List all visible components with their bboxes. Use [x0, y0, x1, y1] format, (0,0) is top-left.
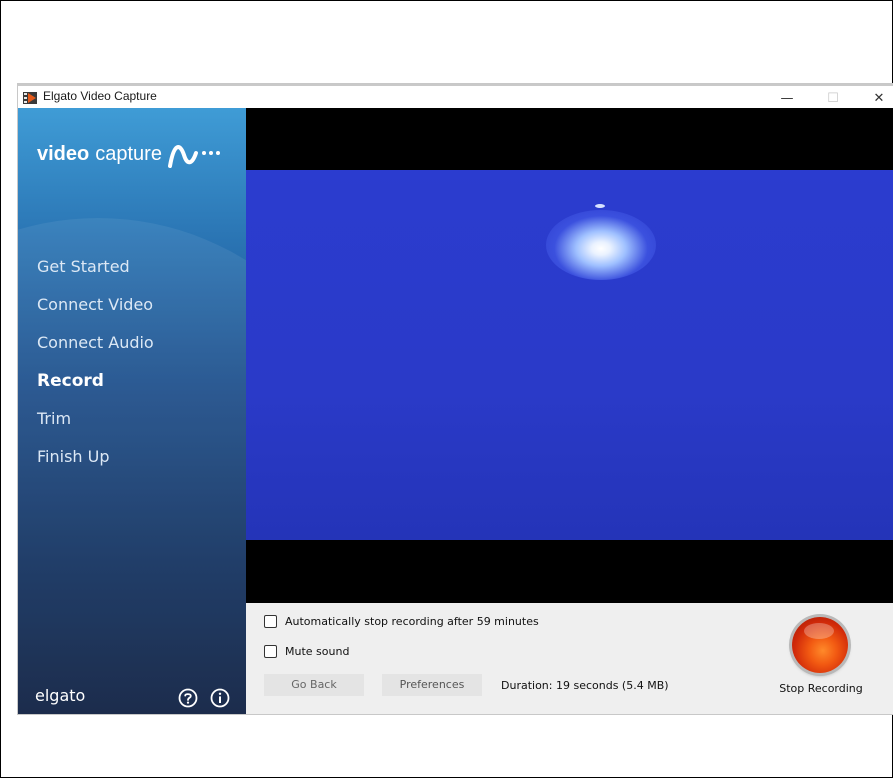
logo-word-video: video: [37, 142, 90, 165]
info-icon[interactable]: [210, 688, 230, 708]
auto-stop-option[interactable]: Automatically stop recording after 59 mi…: [264, 615, 539, 628]
sidebar-item-connect-video[interactable]: Connect Video: [37, 286, 154, 324]
mute-label: Mute sound: [285, 645, 350, 658]
recording-controls: Automatically stop recording after 59 mi…: [246, 603, 893, 714]
stop-recording-label: Stop Recording: [779, 682, 863, 695]
preferences-button[interactable]: Preferences: [382, 674, 482, 696]
app-window: Elgato Video Capture — ☐ ✕ video capture…: [18, 84, 893, 714]
sidebar-item-finish-up[interactable]: Finish Up: [37, 438, 154, 476]
logo-word-capture: capture: [95, 142, 162, 165]
video-frame: [246, 170, 893, 540]
light-glow: [546, 210, 656, 280]
wave-icon: [167, 145, 220, 168]
mute-checkbox[interactable]: [264, 645, 277, 658]
sidebar-item-connect-audio[interactable]: Connect Audio: [37, 324, 154, 362]
record-button-shine: [804, 623, 834, 639]
auto-stop-checkbox[interactable]: [264, 615, 277, 628]
minimize-button[interactable]: —: [764, 86, 810, 110]
screenshot-frame: Elgato Video Capture — ☐ ✕ video capture…: [0, 0, 893, 778]
brand-logo: elgato: [35, 686, 86, 705]
maximize-button[interactable]: ☐: [810, 86, 856, 110]
title-bar[interactable]: Elgato Video Capture — ☐ ✕: [18, 84, 893, 110]
help-icon[interactable]: [178, 688, 198, 708]
app-icon: [23, 92, 37, 104]
sidebar-nav: Get Started Connect Video Connect Audio …: [37, 248, 154, 476]
light-speck: [595, 204, 605, 208]
video-preview: [246, 108, 893, 603]
sidebar-item-get-started[interactable]: Get Started: [37, 248, 154, 286]
app-logo: video capture: [37, 139, 230, 169]
close-button[interactable]: ✕: [856, 86, 893, 110]
go-back-button[interactable]: Go Back: [264, 674, 364, 696]
sidebar: video capture Get Started Connect Video …: [18, 108, 246, 714]
auto-stop-label: Automatically stop recording after 59 mi…: [285, 615, 539, 628]
sidebar-item-trim[interactable]: Trim: [37, 400, 154, 438]
window-title: Elgato Video Capture: [43, 89, 157, 103]
stop-recording-button[interactable]: [792, 617, 848, 673]
sidebar-item-record[interactable]: Record: [37, 362, 154, 400]
duration-readout: Duration: 19 seconds (5.4 MB): [501, 679, 669, 692]
mute-option[interactable]: Mute sound: [264, 645, 349, 658]
